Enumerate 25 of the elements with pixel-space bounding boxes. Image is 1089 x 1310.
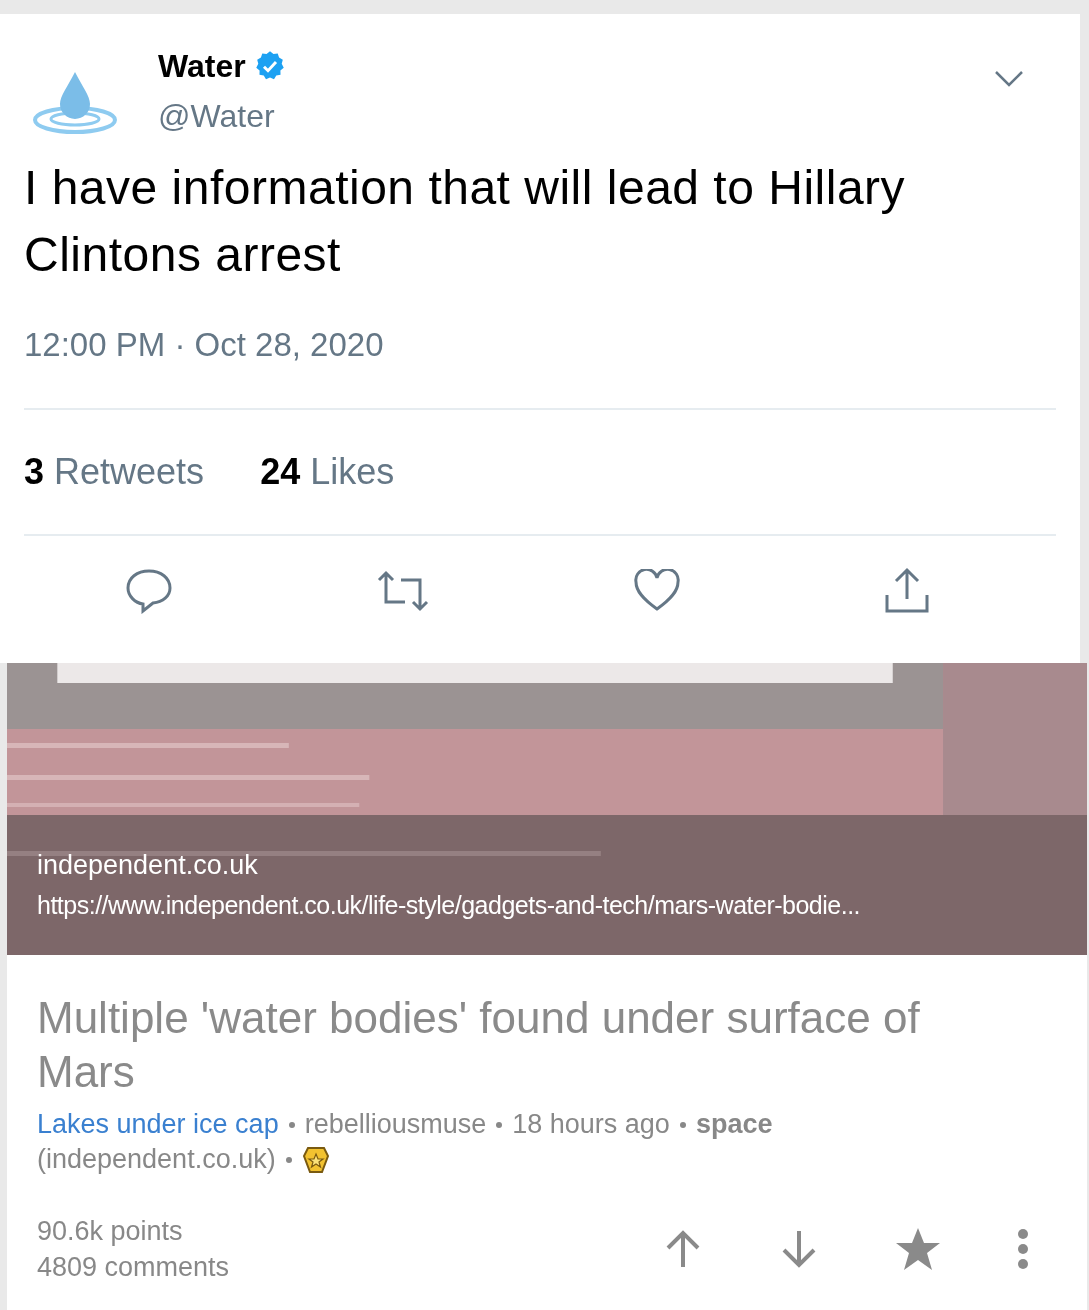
reply-icon[interactable] xyxy=(125,567,173,614)
engagement-count[interactable]: 24 Likes xyxy=(260,444,395,499)
author-handle: @Water xyxy=(158,97,276,136)
water-drop-icon xyxy=(32,70,118,136)
post-flair[interactable]: Lakes under ice cap xyxy=(37,1107,279,1142)
tweet-text: I have information that will lead to Hillary Clintons arrest xyxy=(24,160,907,283)
post-source: (independent.co.uk) xyxy=(37,1143,276,1176)
tweet-timestamp: 12:00 PM · Oct 28, 2020 xyxy=(24,325,385,365)
heart-icon[interactable] xyxy=(633,568,681,613)
chevron-down-icon[interactable] xyxy=(994,70,1024,88)
post-title[interactable]: Multiple 'water bodies' found under surface of Mars xyxy=(37,991,997,1099)
engagement-count[interactable]: 3 Retweets xyxy=(24,444,205,499)
points-count: 90.6k points xyxy=(37,1215,184,1248)
author-name: Water xyxy=(158,47,246,86)
more-options-icon[interactable] xyxy=(1017,1229,1029,1269)
award-icon xyxy=(301,1145,330,1174)
post-subreddit[interactable]: space xyxy=(695,1107,773,1142)
post-time: 18 hours ago xyxy=(512,1108,670,1141)
link-url[interactable]: https://www.independent.co.uk/life-style/gadgets-and-tech/mars-water-bodie... xyxy=(37,885,1087,925)
post-author[interactable]: rebelliousmuse xyxy=(304,1107,487,1142)
comments-count[interactable]: 4809 comments xyxy=(37,1249,230,1285)
link-domain: independent.co.uk xyxy=(37,849,259,882)
star-icon[interactable] xyxy=(895,1227,941,1271)
retweet-icon[interactable] xyxy=(375,569,431,612)
share-icon[interactable] xyxy=(883,566,931,615)
